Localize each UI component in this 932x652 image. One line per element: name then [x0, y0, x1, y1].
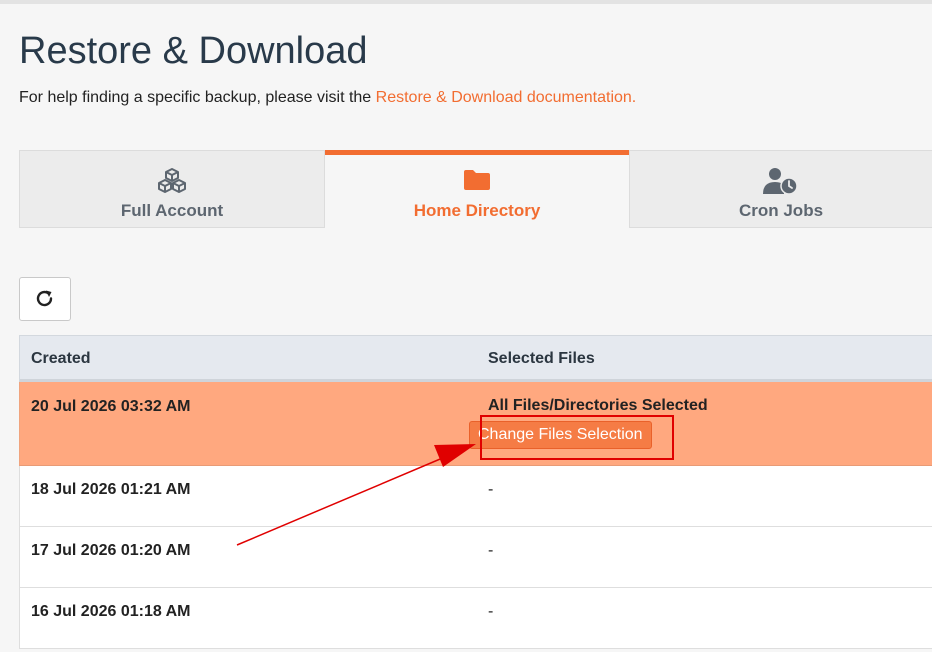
row-created: 16 Jul 2026 01:18 AM: [31, 603, 191, 620]
cubes-icon: [158, 167, 186, 198]
row-created: 17 Jul 2026 01:20 AM: [31, 542, 191, 559]
help-text-prefix: For help finding a specific backup, plea…: [19, 89, 376, 106]
table-row[interactable]: 17 Jul 2026 01:20 AM -: [19, 527, 932, 588]
table-row[interactable]: 16 Jul 2026 01:18 AM -: [19, 588, 932, 649]
tab-cron-jobs-label: Cron Jobs: [738, 201, 824, 220]
tab-home-directory[interactable]: Home Directory: [325, 150, 629, 230]
tab-full-account[interactable]: Full Account: [19, 150, 325, 228]
backups-table: Created Selected Files 20 Jul 2026 03:32…: [19, 335, 932, 649]
backup-type-tabs: Full Account Home Directory Cron Jobs: [19, 150, 932, 230]
column-header-selected-files: Selected Files: [488, 350, 595, 367]
refresh-button[interactable]: [19, 277, 71, 321]
tab-cron-jobs[interactable]: Cron Jobs: [629, 150, 932, 228]
folder-icon: [463, 169, 491, 196]
tab-full-account-label: Full Account: [120, 201, 224, 220]
help-text: For help finding a specific backup, plea…: [19, 88, 636, 108]
row-selected-files: -: [488, 603, 494, 620]
table-row[interactable]: 18 Jul 2026 01:21 AM -: [19, 466, 932, 527]
top-border: [0, 0, 932, 4]
row-selected-files: All Files/Directories Selected: [488, 397, 708, 414]
change-files-selection-button[interactable]: Change Files Selection: [469, 421, 652, 449]
user-clock-icon: [763, 167, 799, 200]
row-created: 18 Jul 2026 01:21 AM: [31, 481, 191, 498]
refresh-icon: [36, 290, 53, 307]
row-selected-files: -: [488, 542, 494, 559]
column-header-created[interactable]: Created: [31, 350, 91, 368]
documentation-link[interactable]: Restore & Download documentation.: [376, 89, 637, 106]
table-header: Created Selected Files: [19, 335, 932, 382]
row-selected-files: -: [488, 481, 494, 498]
page-title: Restore & Download: [19, 30, 368, 72]
tab-home-directory-label: Home Directory: [413, 201, 541, 220]
row-created: 20 Jul 2026 03:32 AM: [31, 398, 191, 415]
